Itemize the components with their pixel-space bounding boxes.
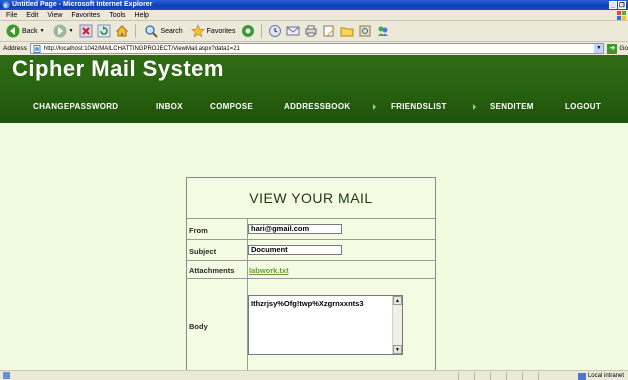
forward-dropdown-icon[interactable]: ▼: [69, 28, 74, 34]
home-icon[interactable]: [115, 24, 129, 38]
back-button[interactable]: Back ▼: [4, 23, 47, 40]
status-bar: Local intranet: [0, 370, 628, 380]
nav-arrow-icon: [373, 104, 376, 110]
nav-inbox[interactable]: INBOX: [156, 102, 183, 111]
attachment-link[interactable]: labwork.txt: [249, 266, 289, 275]
refresh-icon[interactable]: [97, 24, 111, 38]
status-divider: [506, 372, 507, 380]
zone-label: Local intranet: [587, 373, 624, 379]
search-button[interactable]: Search: [142, 23, 184, 40]
window-title-bar: e Untitled Page - Microsoft Internet Exp…: [0, 0, 628, 10]
minimize-button[interactable]: _: [609, 1, 617, 9]
window-title: Untitled Page - Microsoft Internet Explo…: [12, 1, 153, 8]
menu-file[interactable]: File: [6, 12, 17, 19]
from-label: From: [189, 226, 208, 235]
menu-bar: File Edit View Favorites Tools Help: [0, 10, 628, 21]
address-bar: Address http://localhost:1042/MAILCHATTI…: [0, 42, 628, 55]
search-icon: [145, 25, 159, 38]
go-label: Go: [619, 45, 628, 52]
toolbar-separator: [135, 24, 137, 38]
menu-help[interactable]: Help: [135, 12, 149, 19]
page-status-icon: [3, 372, 10, 379]
favorites-label: Favorites: [206, 27, 236, 35]
ie-logo-icon: e: [2, 1, 10, 9]
nav-senditem[interactable]: SENDITEM: [490, 102, 534, 111]
status-divider: [490, 372, 491, 380]
nav-arrow-icon: [473, 104, 476, 110]
folder-icon[interactable]: [340, 24, 354, 38]
go-button[interactable]: ➜ Go: [607, 43, 628, 54]
attachments-label: Attachments: [189, 266, 235, 275]
body-text: Ithzrjsy%Ofg!twp%Xzgrnxxnts3: [251, 299, 364, 308]
menu-tools[interactable]: Tools: [109, 12, 125, 19]
menu-edit[interactable]: Edit: [26, 12, 38, 19]
favorites-button[interactable]: Favorites: [189, 23, 238, 40]
subject-field[interactable]: Document: [248, 245, 342, 255]
research-icon[interactable]: [358, 24, 372, 38]
site-title: Cipher Mail System: [12, 56, 224, 81]
subject-label: Subject: [189, 247, 217, 256]
favorites-star-icon: [190, 24, 205, 38]
nav-addressbook[interactable]: ADDRESSBOOK: [284, 102, 350, 111]
stop-icon[interactable]: [79, 24, 93, 38]
body-scrollbar[interactable]: ▲ ▼: [392, 296, 402, 354]
from-row: From hari@gmail.com: [187, 218, 435, 240]
edit-icon[interactable]: [322, 24, 336, 38]
messenger-icon[interactable]: [376, 24, 390, 38]
panel-heading: VIEW YOUR MAIL: [249, 190, 373, 206]
view-mail-panel: VIEW YOUR MAIL From hari@gmail.com Subje…: [186, 177, 436, 370]
forward-button[interactable]: ▼: [51, 23, 76, 40]
address-url: http://localhost:1042/MAILCHATTINGPROJEC…: [43, 45, 240, 52]
back-label: Back: [22, 27, 38, 35]
status-divider: [474, 372, 475, 380]
address-input[interactable]: http://localhost:1042/MAILCHATTINGPROJEC…: [29, 43, 605, 54]
status-divider: [538, 372, 539, 380]
scroll-down-icon[interactable]: ▼: [393, 345, 402, 354]
page-content: Cipher Mail System CHANGEPASSWORD INBOX …: [0, 55, 628, 370]
body-row: Body Ithzrjsy%Ofg!twp%Xzgrnxxnts3 ▲ ▼: [187, 278, 435, 370]
address-label: Address: [3, 45, 27, 52]
nav-logout[interactable]: LOGOUT: [565, 102, 601, 111]
page-icon: [33, 44, 41, 53]
toolbar-separator: [261, 24, 263, 38]
attachments-row: Attachments labwork.txt: [187, 260, 435, 279]
browser-toolbar: Back ▼ ▼ Search Favorites: [0, 21, 628, 42]
from-field[interactable]: hari@gmail.com: [248, 224, 342, 234]
menu-favorites[interactable]: Favorites: [71, 12, 100, 19]
intranet-icon: [577, 372, 586, 380]
body-label: Body: [189, 322, 208, 331]
back-dropdown-icon[interactable]: ▼: [40, 28, 45, 34]
print-icon[interactable]: [304, 24, 318, 38]
maximize-button[interactable]: ❐: [618, 1, 626, 9]
status-divider: [458, 372, 459, 380]
site-header: Cipher Mail System CHANGEPASSWORD INBOX …: [0, 55, 628, 123]
search-label: Search: [160, 27, 183, 35]
security-zone: Local intranet: [577, 371, 624, 380]
body-textarea[interactable]: Ithzrjsy%Ofg!twp%Xzgrnxxnts3 ▲ ▼: [248, 295, 403, 355]
nav-changepassword[interactable]: CHANGEPASSWORD: [33, 102, 118, 111]
forward-arrow-icon: [53, 24, 67, 38]
address-dropdown-icon[interactable]: ▼: [594, 44, 604, 53]
main-nav: CHANGEPASSWORD INBOX COMPOSE ADDRESSBOOK…: [0, 102, 628, 116]
menu-view[interactable]: View: [47, 12, 62, 19]
subject-row: Subject Document: [187, 239, 435, 261]
go-arrow-icon: ➜: [607, 43, 618, 54]
scroll-up-icon[interactable]: ▲: [393, 296, 402, 305]
nav-friendslist[interactable]: FRIENDSLIST: [391, 102, 447, 111]
mail-icon[interactable]: [286, 24, 300, 38]
nav-compose[interactable]: COMPOSE: [210, 102, 253, 111]
back-arrow-icon: [6, 24, 20, 38]
windows-flag-icon: [617, 11, 626, 20]
media-icon[interactable]: [241, 24, 255, 38]
history-icon[interactable]: [268, 24, 282, 38]
column-divider: [247, 261, 248, 279]
status-divider: [522, 372, 523, 380]
